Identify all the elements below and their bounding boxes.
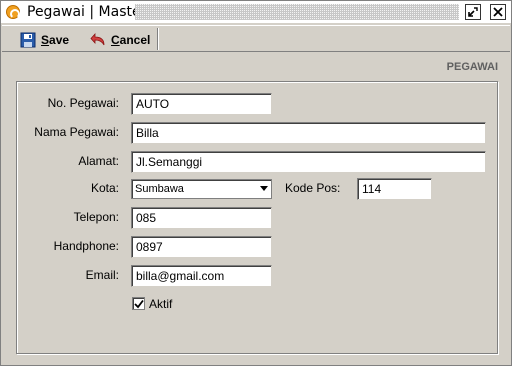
cancel-label: Cancel (111, 32, 151, 47)
close-icon (493, 7, 503, 17)
aktif-checkbox[interactable] (132, 297, 145, 310)
title-bar[interactable]: Pegawai | Master (1, 1, 511, 23)
app-logo-icon (6, 5, 20, 19)
handphone-field[interactable]: 0897 (131, 236, 272, 258)
kota-label: Kota: (90, 181, 119, 195)
email-label: Email: (85, 268, 119, 282)
email-field[interactable]: billa@gmail.com (131, 265, 272, 287)
nama-pegawai-field[interactable]: Billa (131, 122, 486, 144)
toolbar-separator (157, 28, 159, 50)
chevron-down-icon[interactable] (260, 186, 268, 191)
telepon-field[interactable]: 085 (131, 207, 272, 229)
aktif-label[interactable]: Aktif (149, 297, 172, 311)
restore-button[interactable] (465, 4, 481, 20)
save-label: Save (41, 32, 70, 47)
pegawai-master-window: Pegawai | Master Save Cancel PEGAWAI No.… (0, 0, 512, 366)
close-button[interactable] (490, 4, 506, 20)
kota-select[interactable]: Sumbawa (131, 179, 272, 199)
restore-icon (468, 7, 478, 17)
window-title: Pegawai | Master (27, 4, 147, 20)
section-title: PEGAWAI (446, 61, 498, 73)
cancel-button[interactable]: Cancel (90, 29, 158, 50)
handphone-label: Handphone: (53, 239, 119, 253)
no-pegawai-label: No. Pegawai: (47, 96, 119, 110)
telepon-label: Telepon: (73, 210, 119, 224)
toolbar: Save Cancel (2, 25, 510, 52)
save-button[interactable]: Save (20, 29, 80, 50)
checkmark-icon (134, 299, 144, 309)
title-bar-grip[interactable] (135, 4, 459, 20)
floppy-disk-icon (20, 32, 36, 47)
kode-pos-label: Kode Pos: (285, 181, 341, 195)
undo-arrow-icon (90, 32, 105, 45)
alamat-label: Alamat: (78, 154, 119, 168)
no-pegawai-field[interactable]: AUTO (131, 93, 272, 115)
nama-pegawai-label: Nama Pegawai: (34, 125, 119, 139)
kota-selected-value: Sumbawa (135, 183, 184, 195)
kode-pos-field[interactable]: 114 (357, 178, 432, 200)
alamat-field[interactable]: Jl.Semanggi (131, 151, 486, 173)
